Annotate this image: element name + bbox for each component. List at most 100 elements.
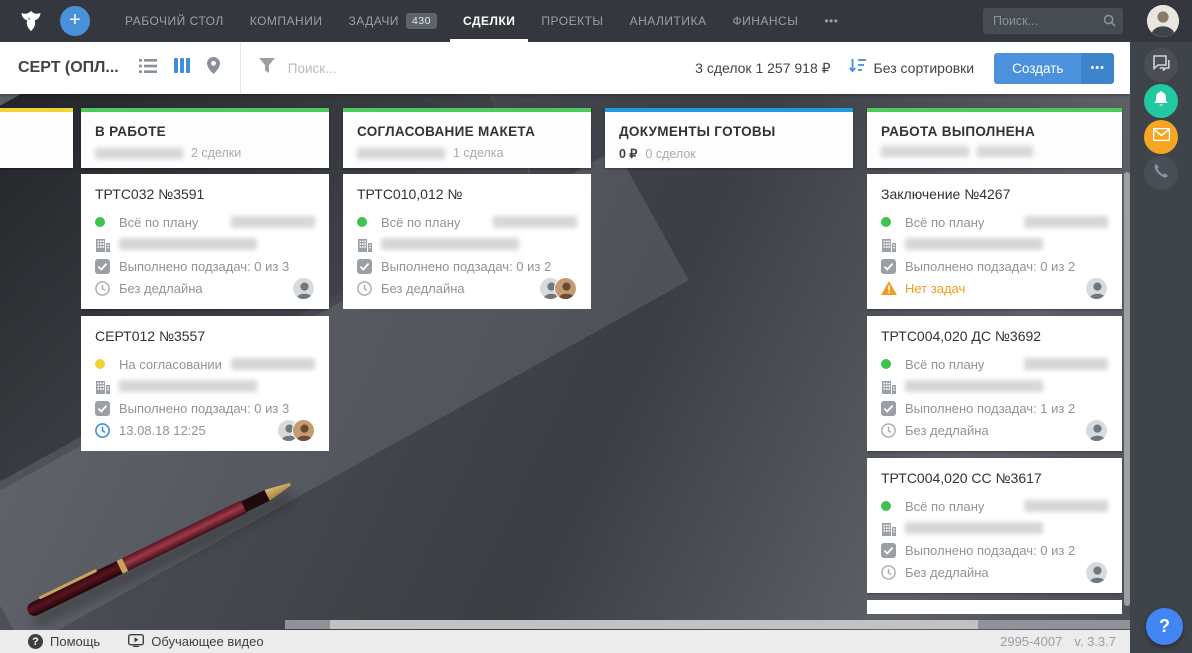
deadline-clock-icon: [357, 281, 381, 296]
toolbar-right: 3 сделок 1 257 918 ₽ Без сортировки Созд…: [695, 53, 1114, 84]
top-navbar: + РАБОЧИЙ СТОЛ КОМПАНИИ ЗАДАЧИ430 СДЕЛКИ ПРО…: [0, 0, 1192, 42]
footer-help-label: Помощь: [50, 634, 100, 649]
company-icon: [881, 237, 905, 252]
board-search-input[interactable]: [288, 61, 528, 76]
redacted-deal-amount: [231, 358, 315, 370]
subtasks-checkbox-icon: [881, 401, 905, 416]
nav-item-задачи[interactable]: ЗАДАЧИ430: [335, 0, 450, 42]
column-header[interactable]: [0, 108, 73, 168]
deals-summary: 3 сделок 1 257 918 ₽: [695, 60, 830, 77]
column-header[interactable]: ДОКУМЕНТЫ ГОТОВЫ0 ₽0 сделок: [605, 108, 853, 168]
map-view-icon[interactable]: [207, 57, 220, 79]
nav-item-label: ФИНАНСЫ: [732, 14, 798, 28]
redacted-column-amount: [881, 146, 969, 157]
nav-item-аналитика[interactable]: АНАЛИТИКА: [617, 0, 720, 42]
footer-help-link[interactable]: ? Помощь: [28, 634, 100, 649]
nav-item-рабочий-стол[interactable]: РАБОЧИЙ СТОЛ: [112, 0, 237, 42]
create-deal-button[interactable]: Создать: [994, 53, 1081, 84]
list-view-icon[interactable]: [139, 59, 157, 78]
kanban-board: В РАБОТЕ2 сделкиТРТС032 №3591Всё по план…: [0, 94, 1130, 630]
nav-item-проекты[interactable]: ПРОЕКТЫ: [528, 0, 616, 42]
deal-card[interactable]: ТРТС010,012 №3366Всё по плану: [867, 600, 1122, 614]
create-more-button[interactable]: •••: [1081, 53, 1114, 84]
nav-item-label: КОМПАНИИ: [250, 14, 323, 28]
create-button-group: Создать •••: [994, 53, 1114, 84]
quick-add-button[interactable]: +: [60, 6, 90, 36]
deal-card[interactable]: ТРТС004,020 ДС №3692Всё по плануВыполнен…: [867, 316, 1122, 451]
subtasks-checkbox-icon: [881, 543, 905, 558]
phone-rail-button[interactable]: [1144, 156, 1178, 190]
global-search-input[interactable]: [983, 8, 1123, 34]
nav-item--[interactable]: •••: [811, 0, 851, 42]
deal-card[interactable]: СЕРТ012 №3557На согласованииВыполнено по…: [81, 316, 329, 451]
mail-icon: [1153, 128, 1170, 146]
column-header[interactable]: В РАБОТЕ2 сделки: [81, 108, 329, 168]
horizontal-scrollbar-thumb[interactable]: [330, 620, 978, 629]
kanban-column-layout-approval: СОГЛАСОВАНИЕ МАКЕТА1 сделкаТРТС010,012 №…: [343, 108, 591, 309]
sort-control[interactable]: Без сортировки: [849, 58, 975, 78]
nav-item-label: СДЕЛКИ: [463, 14, 515, 28]
status-dot-icon: [881, 501, 891, 511]
help-fab-button[interactable]: ?: [1146, 608, 1183, 645]
deal-status-row: Всё по плану: [357, 211, 577, 233]
deal-status-label: Всё по плану: [905, 215, 984, 230]
deal-card[interactable]: ТРТС032 №3591Всё по плануВыполнено подза…: [81, 174, 329, 309]
deal-card[interactable]: Заключение №4267Всё по плануВыполнено по…: [867, 174, 1122, 309]
kanban-column-work-done: РАБОТА ВЫПОЛНЕНАЗаключение №4267Всё по п…: [867, 108, 1122, 614]
board-filter: [259, 58, 695, 78]
column-header[interactable]: СОГЛАСОВАНИЕ МАКЕТА1 сделка: [343, 108, 591, 168]
communication-rail: [1130, 42, 1192, 653]
column-header[interactable]: РАБОТА ВЫПОЛНЕНА: [867, 108, 1122, 168]
deal-card[interactable]: ТРТС004,020 СС №3617Всё по плануВыполнен…: [867, 458, 1122, 593]
nav-item-финансы[interactable]: ФИНАНСЫ: [719, 0, 811, 42]
redacted-deal-amount: [1024, 216, 1108, 228]
deal-subtasks-row: Выполнено подзадач: 0 из 2: [881, 539, 1108, 561]
mail-rail-button[interactable]: [1144, 120, 1178, 154]
kanban-column-partial-left: [0, 108, 73, 168]
user-avatar[interactable]: [1147, 5, 1179, 37]
redacted-company-name: [905, 238, 1043, 250]
nav-item-сделки[interactable]: СДЕЛКИ: [450, 0, 528, 42]
bell-icon: [1153, 90, 1169, 112]
assignee-avatars: [1085, 561, 1108, 584]
board-title[interactable]: СЕРТ (ОПЛ...: [18, 59, 119, 77]
assignee-avatar: [554, 277, 577, 300]
deadline-clock-icon: [881, 423, 905, 438]
kanban-view-icon[interactable]: [174, 58, 190, 78]
nav-item-label: ПРОЕКТЫ: [541, 14, 603, 28]
chat-rail-button[interactable]: [1144, 48, 1178, 82]
column-card-list: ТРТС010,012 №Всё по плануВыполнено подза…: [343, 174, 591, 309]
toolbar-divider: [240, 42, 241, 94]
deal-card[interactable]: ТРТС010,012 №Всё по плануВыполнено подза…: [343, 174, 591, 309]
assignee-avatars: [1085, 419, 1108, 442]
column-subtitle: 1 сделка: [357, 146, 577, 160]
redacted-deal-amount: [231, 216, 315, 228]
subtasks-checkbox-icon: [95, 401, 119, 416]
redacted-deal-amount: [1024, 358, 1108, 370]
deal-title: СЕРТ012 №3557: [95, 328, 315, 344]
app-logo-icon[interactable]: [18, 8, 44, 34]
company-icon: [357, 237, 381, 252]
deadline-label: Без дедлайна: [905, 565, 989, 580]
footer-video-link[interactable]: Обучающее видео: [128, 634, 263, 650]
subtasks-progress: Выполнено подзадач: 0 из 2: [905, 259, 1075, 274]
sort-label: Без сортировки: [874, 60, 975, 76]
deadline-label: 13.08.18 12:25: [119, 423, 206, 438]
deal-status-row: Всё по плану: [881, 211, 1108, 233]
deal-status-label: Всё по плану: [381, 215, 460, 230]
status-dot-icon: [95, 359, 105, 369]
version-number: v. 3.3.7: [1074, 634, 1116, 649]
assignee-avatars: [1085, 277, 1108, 300]
horizontal-scrollbar-track[interactable]: [285, 620, 1130, 629]
nav-item-компании[interactable]: КОМПАНИИ: [237, 0, 336, 42]
redacted-deal-amount: [1024, 500, 1108, 512]
redacted-column-amount: [95, 148, 183, 159]
deal-company-row: [357, 233, 577, 255]
main-menu: РАБОЧИЙ СТОЛ КОМПАНИИ ЗАДАЧИ430 СДЕЛКИ ПРОЕК…: [112, 0, 851, 42]
kanban-column-docs-ready: ДОКУМЕНТЫ ГОТОВЫ0 ₽0 сделок: [605, 108, 853, 168]
bell-rail-button[interactable]: [1144, 84, 1178, 118]
filter-funnel-icon[interactable]: [259, 58, 275, 78]
video-tutorial-icon: [128, 634, 144, 650]
deal-title: ТРТС004,020 ДС №3692: [881, 328, 1108, 344]
subtasks-progress: Выполнено подзадач: 0 из 3: [119, 401, 289, 416]
